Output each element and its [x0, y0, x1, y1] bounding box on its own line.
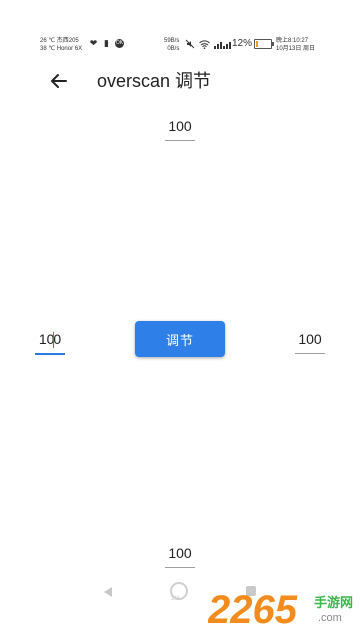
status-left-line2: 38 ℃ Honor 6X — [40, 46, 83, 52]
overscan-bottom-input[interactable]: 100 — [165, 543, 195, 568]
arrow-left-icon — [51, 74, 67, 88]
status-weather: 26 ℃ 杰西205 38 ℃ Honor 6X — [40, 37, 82, 53]
status-clock: 晚上8:10:27 10月13日 周日 — [276, 37, 315, 53]
watermark-domain: .com — [318, 612, 342, 624]
page-title: overscan 调节 — [97, 71, 212, 91]
net-speed-up: 59B/s — [164, 38, 180, 44]
site-watermark: 2265 手游网 .com — [207, 585, 360, 635]
watermark-logo: 2265 手游网 .com — [207, 588, 353, 632]
status-net-speed: 59B/s 0B/s — [164, 37, 179, 53]
ok-badge-icon: OK — [115, 39, 124, 48]
net-speed-down: 0B/s — [167, 46, 180, 52]
overscan-left-input[interactable]: 100 — [35, 329, 65, 355]
status-left-icons: ❤ ▮ OK — [89, 39, 124, 48]
back-button[interactable] — [48, 70, 70, 92]
clock-date: 10月13日 周日 — [276, 46, 316, 52]
phone-icon: ▮ — [104, 38, 109, 48]
status-left-line1: 26 ℃ 杰西205 — [40, 38, 79, 44]
watermark-number: 2265 — [208, 588, 298, 632]
triangle-back-icon — [104, 587, 112, 597]
heart-icon: ❤ — [89, 38, 98, 48]
overscan-right-input[interactable]: 100 — [295, 329, 325, 354]
nav-back-button[interactable] — [102, 585, 114, 597]
mute-icon — [185, 39, 195, 51]
clock-time: 晚上8:10:27 — [276, 38, 309, 44]
wifi-icon — [199, 39, 210, 51]
adjust-button[interactable]: 调节 — [135, 321, 225, 357]
status-right-icons — [185, 39, 232, 51]
battery-icon — [254, 39, 274, 49]
battery-percent: 12% — [232, 38, 253, 49]
overscan-left-value-after: 0 — [53, 331, 62, 347]
nav-home-label: 2/4 — [171, 596, 180, 602]
battery-tip — [272, 42, 274, 46]
battery-fill — [256, 41, 258, 47]
overscan-top-input[interactable]: 100 — [165, 116, 195, 141]
signal-icon — [214, 39, 232, 51]
status-bar: 26 ℃ 杰西205 38 ℃ Honor 6X ❤ ▮ OK 59B/s 0B… — [0, 0, 360, 56]
watermark-suffix: 手游网 — [314, 595, 353, 611]
